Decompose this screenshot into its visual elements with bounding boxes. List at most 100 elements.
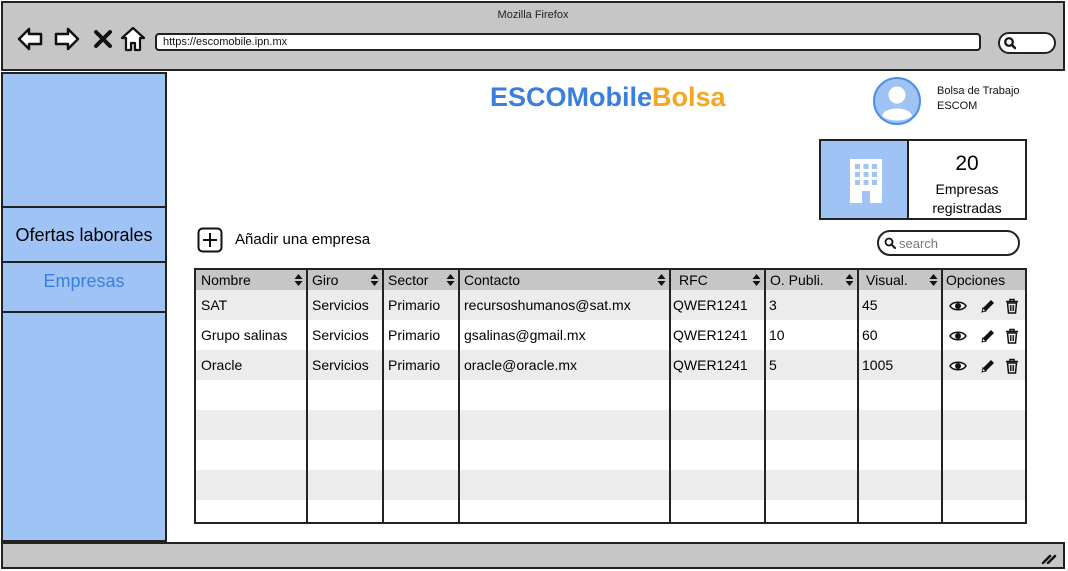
search-input[interactable] (899, 234, 1014, 252)
cell-nombre: Oracle (201, 357, 243, 373)
cell-visual: 1005 (862, 357, 894, 373)
view-eye-icon[interactable] (949, 328, 967, 344)
column-header-o-publi[interactable]: O. Publi. (765, 270, 858, 290)
plus-icon (197, 227, 223, 253)
table-row-data: SAT Servicios Primario recursoshumanos@s… (196, 290, 1025, 320)
view-eye-icon[interactable] (949, 298, 967, 314)
table-row-empty (196, 410, 1025, 440)
table-row-empty (196, 380, 1025, 410)
company-count-value: 20 (955, 152, 979, 175)
column-divider (941, 270, 943, 522)
browser-search-field[interactable] (998, 32, 1056, 54)
column-divider (306, 270, 308, 522)
brand-part-escomobile: ESCOMobile (490, 82, 653, 112)
column-header-label: O. Publi. (770, 272, 824, 288)
table-row-empty (196, 470, 1025, 500)
sidebar-divider (3, 311, 165, 313)
edit-pencil-icon[interactable] (980, 358, 996, 374)
delete-trash-icon[interactable] (1004, 358, 1020, 374)
sort-icon (752, 274, 761, 286)
column-header-giro[interactable]: Giro (307, 270, 383, 290)
edit-pencil-icon[interactable] (980, 328, 996, 344)
column-divider (857, 270, 859, 522)
cell-giro: Servicios (312, 327, 369, 343)
cell-nombre: SAT (201, 297, 228, 313)
brand-part-bolsa: Bolsa (652, 82, 726, 112)
column-header-nombre[interactable]: Nombre (196, 270, 307, 290)
delete-trash-icon[interactable] (1004, 328, 1020, 344)
cell-o-publi: 3 (769, 297, 777, 313)
table-row-empty (196, 440, 1025, 470)
companies-table: Nombre Giro Sector Contacto RFC O. Publi… (194, 268, 1027, 524)
view-eye-icon[interactable] (949, 358, 967, 374)
home-icon[interactable] (119, 25, 147, 53)
cell-sector: Primario (388, 327, 441, 343)
column-divider (669, 270, 671, 522)
add-company-button[interactable] (197, 227, 223, 253)
url-bar[interactable]: https://escomobile.ipn.mx (155, 33, 981, 51)
close-x-icon[interactable] (91, 25, 115, 53)
column-header-label: RFC (679, 272, 708, 288)
row-actions (942, 290, 1025, 320)
column-header-contacto[interactable]: Contacto (459, 270, 670, 290)
resize-grip-icon[interactable] (1041, 550, 1057, 564)
search-field[interactable] (877, 230, 1020, 256)
column-header-label: Giro (312, 272, 339, 288)
company-count-label-line-2: registradas (932, 200, 1002, 216)
cell-sector: Primario (388, 357, 441, 373)
cell-giro: Servicios (312, 357, 369, 373)
column-header-label: Visual. (866, 272, 908, 288)
sort-icon (657, 274, 666, 286)
company-count-card: 20 Empresas registradas (819, 139, 1027, 220)
sort-icon (370, 274, 379, 286)
column-header-sector[interactable]: Sector (383, 270, 459, 290)
cell-nombre: Grupo salinas (201, 327, 288, 343)
sidebar-item-ofertas-laborales[interactable]: Ofertas laborales (3, 225, 165, 246)
table-row-data: Oracle Servicios Primario oracle@oracle.… (196, 350, 1025, 380)
add-company-label[interactable]: Añadir una empresa (235, 231, 370, 248)
table-row-empty (196, 500, 1025, 522)
browser-chrome: Mozilla Firefox https://escomobile.ipn.m… (1, 1, 1065, 71)
cell-rfc: QWER1241 (673, 357, 748, 373)
brand-logo: ESCOMobileBolsa (490, 82, 726, 113)
column-divider (458, 270, 460, 522)
cell-rfc: QWER1241 (673, 297, 748, 313)
sidebar-divider (3, 261, 165, 263)
sidebar-divider (3, 206, 165, 208)
sidebar-item-empresas[interactable]: Empresas (3, 271, 165, 292)
cell-o-publi: 5 (769, 357, 777, 373)
column-header-label: Opciones (946, 272, 1006, 288)
back-arrow-icon[interactable] (16, 25, 44, 53)
forward-arrow-icon[interactable] (53, 25, 81, 53)
sort-icon (929, 274, 938, 286)
sort-icon (845, 274, 854, 286)
sidebar: Ofertas laborales Empresas (1, 72, 167, 542)
sort-icon (446, 274, 455, 286)
search-icon (884, 237, 896, 249)
delete-trash-icon[interactable] (1004, 298, 1020, 314)
cell-o-publi: 10 (769, 327, 785, 343)
avatar[interactable] (872, 76, 922, 126)
row-actions (942, 320, 1025, 350)
edit-pencil-icon[interactable] (980, 298, 996, 314)
row-actions (942, 350, 1025, 380)
column-header-label: Sector (388, 272, 429, 288)
cell-visual: 60 (862, 327, 878, 343)
table-header: Nombre Giro Sector Contacto RFC O. Publi… (196, 270, 1025, 290)
column-header-rfc[interactable]: RFC (670, 270, 765, 290)
cell-contacto: recursoshumanos@sat.mx (464, 297, 631, 313)
column-header-label: Nombre (201, 272, 251, 288)
column-header-visual[interactable]: Visual. (858, 270, 942, 290)
table-row-data: Grupo salinas Servicios Primario gsalina… (196, 320, 1025, 350)
cell-contacto: oracle@oracle.mx (464, 357, 578, 373)
company-count-label: Empresas registradas (909, 180, 1025, 218)
status-bar (1, 542, 1065, 569)
company-count-label-line-1: Empresas (935, 181, 999, 197)
profile-line-2: ESCOM (937, 100, 978, 112)
cell-rfc: QWER1241 (673, 327, 748, 343)
cell-giro: Servicios (312, 297, 369, 313)
sort-icon (294, 274, 303, 286)
cell-contacto: gsalinas@gmail.mx (464, 327, 586, 343)
building-icon (821, 141, 909, 218)
profile-line-1: Bolsa de Trabajo (937, 85, 1020, 97)
